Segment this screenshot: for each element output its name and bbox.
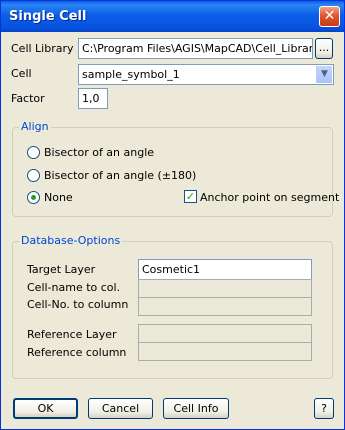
radio-none[interactable] [27, 191, 40, 204]
cell-no-col-field [138, 297, 312, 316]
anchor-checkbox[interactable]: ✓ [184, 190, 197, 203]
cell-library-input[interactable]: C:\Program Files\AGIS\MapCAD\Cell_Librar… [78, 38, 313, 59]
target-layer-label: Target Layer [27, 263, 96, 276]
single-cell-dialog: Single Cell ✕ Cell Library C:\Program Fi… [0, 0, 345, 430]
database-options-title: Database-Options [19, 234, 123, 247]
anchor-checkbox-label: Anchor point on segment [200, 191, 340, 204]
reference-column-field [138, 342, 312, 361]
radio-bisector[interactable] [27, 146, 40, 159]
cell-label: Cell [11, 67, 32, 80]
help-button[interactable]: ? [314, 398, 334, 419]
ok-button[interactable]: OK [13, 398, 78, 419]
cell-select[interactable]: sample_symbol_1 ▼ [78, 64, 334, 85]
chevron-down-icon[interactable]: ▼ [316, 66, 332, 83]
reference-layer-label: Reference Layer [27, 328, 117, 341]
align-group-title: Align [19, 120, 51, 133]
cell-name-col-label: Cell-name to col. [27, 281, 121, 294]
reference-layer-field [138, 324, 312, 343]
radio-bisector-180-label: Bisector of an angle (±180) [44, 169, 197, 182]
factor-input[interactable]: 1,0 [78, 88, 108, 109]
title-bar[interactable]: Single Cell ✕ [1, 1, 344, 32]
cell-library-label: Cell Library [11, 42, 74, 55]
factor-label: Factor [11, 92, 45, 105]
close-button[interactable]: ✕ [319, 6, 340, 27]
radio-bisector-180[interactable] [27, 169, 40, 182]
radio-bisector-label: Bisector of an angle [44, 146, 155, 159]
window-title: Single Cell [9, 9, 87, 24]
cancel-button[interactable]: Cancel [88, 398, 153, 419]
browse-button[interactable]: ... [315, 38, 333, 59]
cell-select-value: sample_symbol_1 [82, 68, 180, 81]
cell-name-col-field [138, 279, 312, 298]
radio-none-label: None [44, 191, 73, 204]
cell-info-button[interactable]: Cell Info [163, 398, 229, 419]
reference-column-label: Reference column [27, 346, 127, 359]
cell-no-col-label: Cell-No. to column [27, 298, 129, 311]
target-layer-input[interactable]: Cosmetic1 [138, 259, 312, 280]
